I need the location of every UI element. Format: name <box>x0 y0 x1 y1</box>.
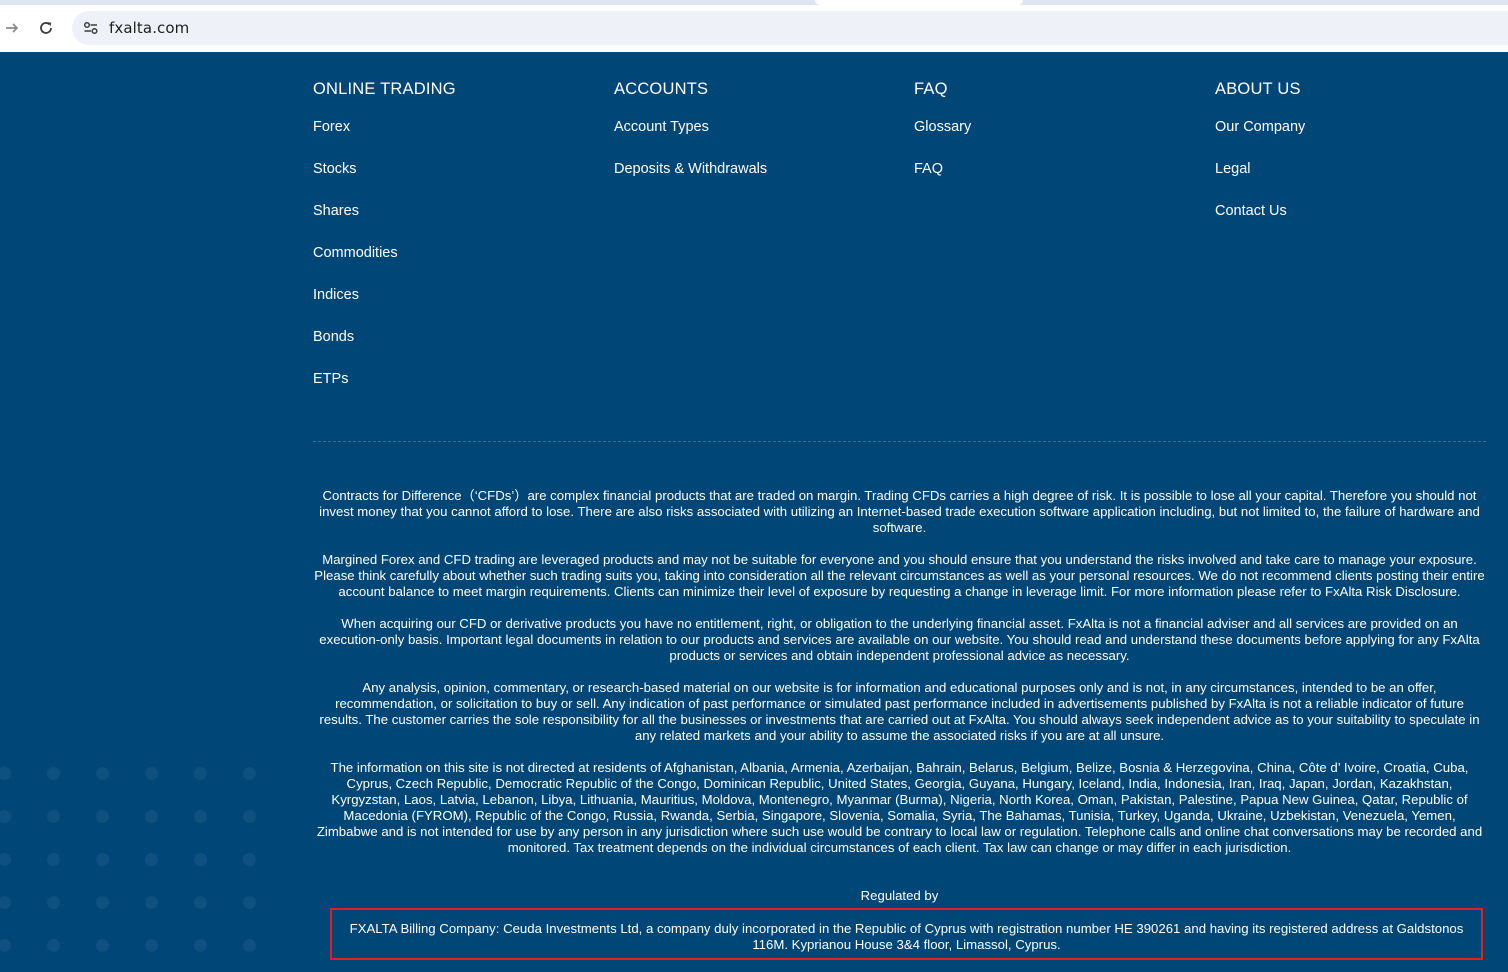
footer-link-contact-us[interactable]: Contact Us <box>1215 201 1305 243</box>
site-footer: ONLINE TRADING Forex Stocks Shares Commo… <box>0 52 1508 972</box>
decorative-dot-pattern <box>0 752 270 972</box>
url-text[interactable]: fxalta.com <box>109 19 189 37</box>
browser-toolbar: fxalta.com <box>0 0 1508 52</box>
tab-strip <box>0 0 1508 5</box>
regulation-text: FXALTA Billing Company: Ceuda Investment… <box>349 921 1464 952</box>
footer-divider <box>313 441 1486 442</box>
footer-link-account-types[interactable]: Account Types <box>614 117 767 159</box>
footer-link-indices[interactable]: Indices <box>313 285 456 327</box>
column-title: ONLINE TRADING <box>313 80 456 98</box>
disclaimer-cfd-risk: Contracts for Difference（‘CFDs’）are comp… <box>319 488 1480 535</box>
forward-button[interactable] <box>0 16 24 40</box>
footer-column-online-trading: ONLINE TRADING Forex Stocks Shares Commo… <box>313 79 456 411</box>
regulated-by-label: Regulated by <box>860 888 939 903</box>
disclaimer-analysis: Any analysis, opinion, commentary, or re… <box>319 680 1480 743</box>
address-bar[interactable]: fxalta.com <box>72 11 1508 45</box>
tune-icon[interactable] <box>82 19 100 37</box>
footer-link-faq[interactable]: FAQ <box>914 159 971 201</box>
footer-link-legal[interactable]: Legal <box>1215 159 1305 201</box>
footer-link-shares[interactable]: Shares <box>313 201 456 243</box>
footer-link-etps[interactable]: ETPs <box>313 369 456 411</box>
footer-link-deposits-withdrawals[interactable]: Deposits & Withdrawals <box>614 159 767 201</box>
regulation-highlight-box: FXALTA Billing Company: Ceuda Investment… <box>330 908 1483 960</box>
arrow-right-icon <box>6 23 19 33</box>
footer-link-forex[interactable]: Forex <box>313 117 456 159</box>
footer-link-our-company[interactable]: Our Company <box>1215 117 1305 159</box>
footer-link-commodities[interactable]: Commodities <box>313 243 456 285</box>
footer-column-about-us: ABOUT US Our Company Legal Contact Us <box>1215 79 1305 243</box>
footer-column-accounts: ACCOUNTS Account Types Deposits & Withdr… <box>614 79 767 201</box>
footer-link-bonds[interactable]: Bonds <box>313 327 456 369</box>
column-title: ACCOUNTS <box>614 80 709 98</box>
reload-button[interactable] <box>34 16 58 40</box>
disclaimer-leverage: Margined Forex and CFD trading are lever… <box>314 552 1485 599</box>
footer-column-faq: FAQ Glossary FAQ <box>914 79 971 201</box>
active-tab-edge <box>815 0 1023 5</box>
footer-link-glossary[interactable]: Glossary <box>914 117 971 159</box>
risk-disclaimers: Contracts for Difference（‘CFDs’）are comp… <box>313 488 1486 872</box>
column-title: ABOUT US <box>1215 80 1301 98</box>
reload-icon <box>40 22 52 34</box>
disclaimer-no-entitlement: When acquiring our CFD or derivative pro… <box>319 616 1480 663</box>
column-title: FAQ <box>914 80 948 98</box>
disclaimer-jurisdictions: The information on this site is not dire… <box>316 760 1483 855</box>
footer-link-stocks[interactable]: Stocks <box>313 159 456 201</box>
